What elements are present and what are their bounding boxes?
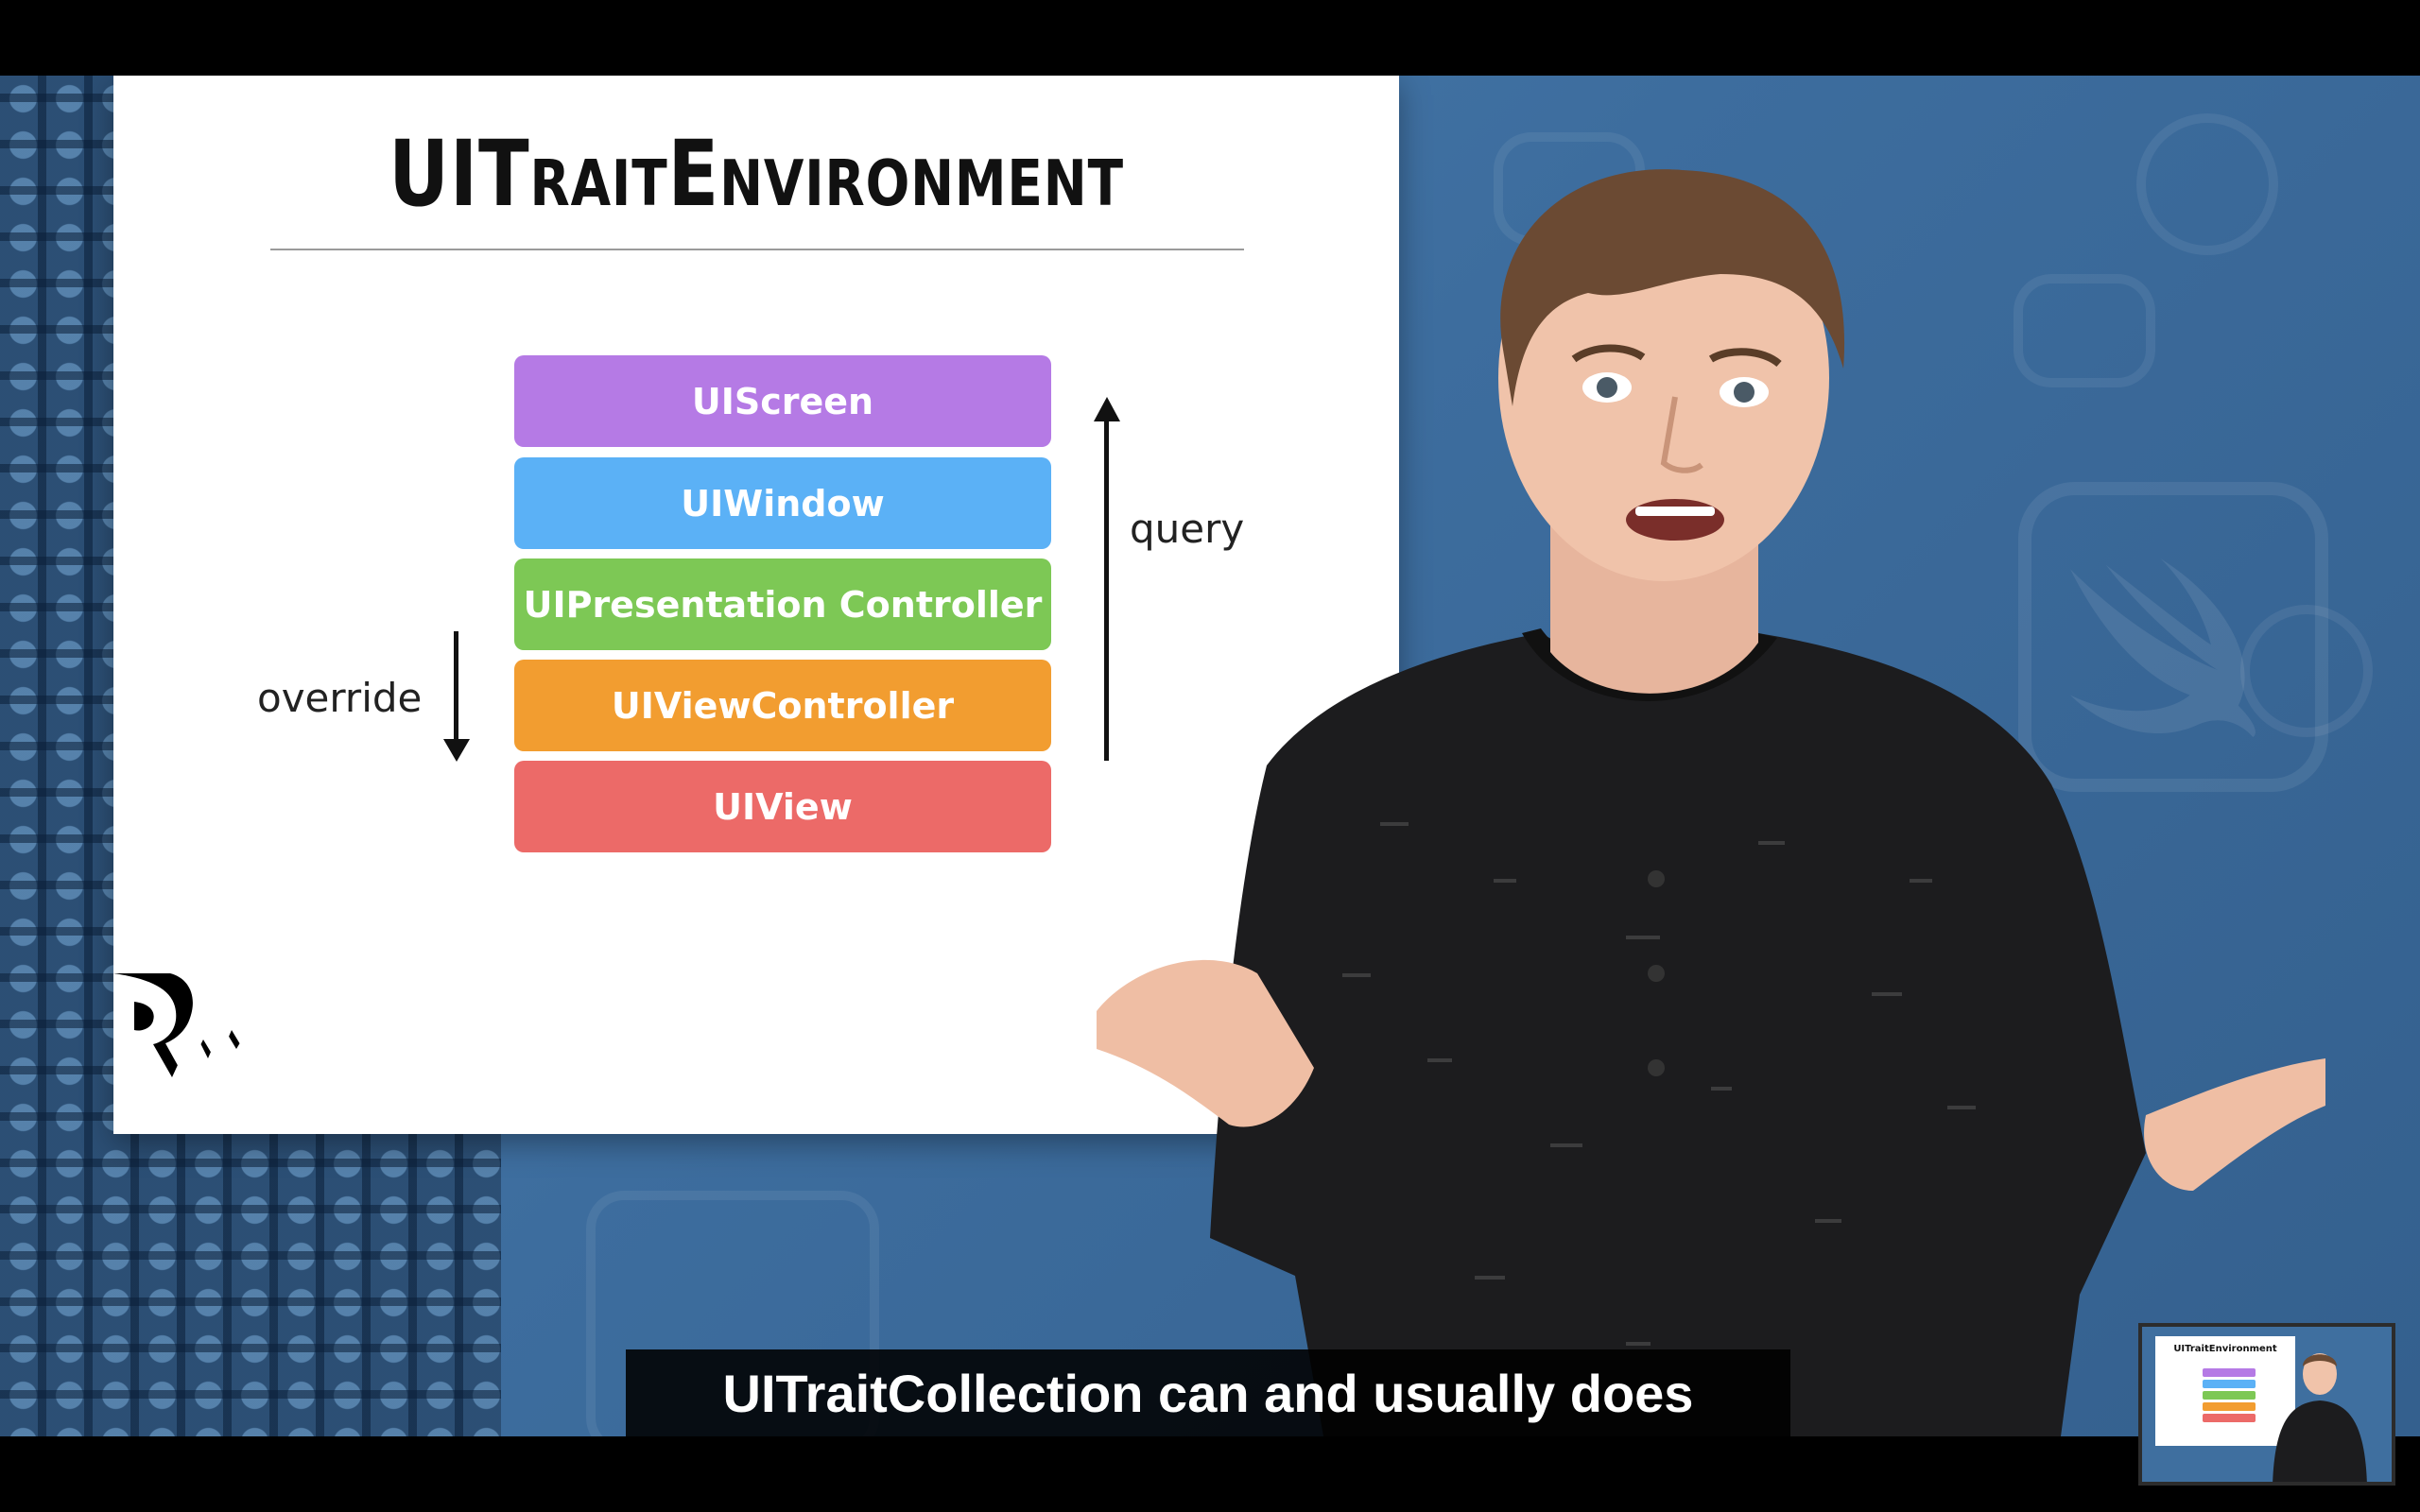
pip-layer-bar bbox=[2203, 1380, 2256, 1388]
video-player: UITraitEnvironment UIScreen UIWindow UIP… bbox=[0, 0, 2420, 1512]
layer-uipresentation-controller: UIPresentation Controller bbox=[514, 558, 1051, 650]
pip-layer-bar bbox=[2203, 1391, 2256, 1400]
layer-uiwindow: UIWindow bbox=[514, 457, 1051, 549]
layer-uiview: UIView bbox=[514, 761, 1051, 852]
layer-uiscreen: UIScreen bbox=[514, 355, 1051, 447]
subtitle-text: UITraitCollection can and usually does bbox=[722, 1363, 1694, 1423]
pip-layer-bar bbox=[2203, 1368, 2256, 1377]
pip-preview[interactable]: UITraitEnvironment bbox=[2138, 1323, 2395, 1486]
pip-presenter bbox=[2273, 1353, 2367, 1482]
pip-layer-bar bbox=[2203, 1414, 2256, 1422]
override-label: override bbox=[257, 675, 423, 721]
video-frame: UITraitEnvironment UIScreen UIWindow UIP… bbox=[0, 76, 2420, 1436]
raywenderlich-logo bbox=[113, 973, 265, 1134]
layer-uiviewcontroller: UIViewController bbox=[514, 660, 1051, 751]
presenter-video bbox=[1097, 169, 2325, 1436]
override-arrow-shaft bbox=[454, 631, 458, 743]
subtitle-caption: UITraitCollection can and usually does bbox=[626, 1349, 1790, 1436]
down-arrow-icon bbox=[443, 739, 470, 762]
pip-layer-bar bbox=[2203, 1402, 2256, 1411]
